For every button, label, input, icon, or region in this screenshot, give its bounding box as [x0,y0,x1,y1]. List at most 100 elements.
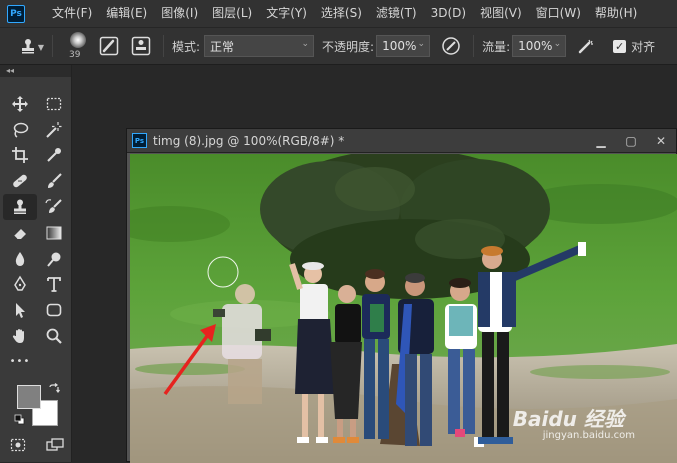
mode-label: 模式: [172,39,201,54]
marquee-tool[interactable] [37,91,71,117]
restore-button[interactable]: ▢ [616,129,646,153]
zoom-tool[interactable] [37,323,71,349]
clone-source-button[interactable] [128,33,154,59]
opacity-label: 不透明度: [322,39,375,54]
path-selection-icon [16,303,25,319]
crop-tool[interactable] [3,143,37,169]
separator [52,35,53,57]
zoom-icon [46,328,62,344]
menu-edit[interactable]: 编辑(E) [99,0,154,27]
collapse-toggle[interactable]: ◂◂ [0,65,71,77]
foreground-color[interactable] [17,385,41,409]
caret-down-icon: ▼ [37,43,44,52]
pen-pressure-icon [442,37,460,55]
healing-brush-icon [13,175,27,188]
watermark-main: Baidu 经验 [512,407,624,431]
separator [473,35,475,57]
brush-settings-button[interactable] [96,33,122,59]
bottom-tools [10,437,64,453]
magic-wand-tool[interactable] [37,117,71,143]
magic-wand-icon [46,121,62,138]
document-title: timg (8).jpg @ 100%(RGB/8#) * [153,133,345,148]
color-swatches [12,383,62,429]
brush-tip-preview [70,32,86,48]
airbrush-button[interactable] [574,33,600,59]
default-colors-icon[interactable] [14,414,25,425]
airbrush-icon [578,39,594,54]
dodge-tool[interactable] [37,246,71,272]
pen-tool[interactable] [3,272,37,298]
document-canvas[interactable]: Baidu 经验 jingyan.baidu.com [130,154,677,463]
flow-input[interactable]: 100% ⌄ [512,35,567,57]
blur-icon [15,251,25,266]
document-window: Ps timg (8).jpg @ 100%(RGB/8#) * ▁ ▢ ✕ B… [126,128,677,463]
type-tool[interactable] [37,272,71,298]
clone-source-icon [131,36,151,56]
hand-tool[interactable] [3,323,37,349]
menu-file[interactable]: 文件(F) [45,0,99,27]
rectangle-icon [46,303,62,317]
menu-layer[interactable]: 图层(L) [205,0,259,27]
pressure-opacity-button[interactable] [438,33,464,59]
chevron-down-icon: ⌄ [553,39,562,49]
hand-icon [12,329,24,344]
brush-preset-picker[interactable]: 39 [63,29,93,63]
mode-value: 正常 [210,39,235,54]
healing-brush-tool[interactable] [3,168,37,194]
document-ps-icon: Ps [132,133,147,148]
history-brush-tool[interactable] [37,194,71,220]
clone-stamp-tool[interactable] [3,194,37,220]
menu-help[interactable]: 帮助(H) [588,0,644,27]
align-checkbox[interactable]: ✓ [613,39,627,53]
pen-icon [14,276,26,292]
move-icon [12,95,28,112]
eyedropper-tool[interactable] [37,143,71,169]
brush-tool[interactable] [37,168,71,194]
more-tools-icon: ••• [9,356,31,368]
crop-icon [12,147,28,164]
clone-stamp-icon [22,39,34,54]
menu-bar: Ps 文件(F) 编辑(E) 图像(I) 图层(L) 文字(Y) 选择(S) 滤… [0,0,677,27]
document-titlebar[interactable]: Ps timg (8).jpg @ 100%(RGB/8#) * ▁ ▢ ✕ [127,129,676,153]
clone-stamp-icon [14,199,26,215]
align-label: 对齐 [631,39,656,54]
gradient-icon [46,226,62,240]
menu-window[interactable]: 窗口(W) [529,0,588,27]
blur-tool[interactable] [3,246,37,272]
eraser-tool[interactable] [3,220,37,246]
opacity-value: 100% [382,39,417,53]
menu-3d[interactable]: 3D(D) [424,0,473,27]
path-selection-tool[interactable] [3,297,37,323]
lasso-icon [13,122,29,138]
minimize-button[interactable]: ▁ [586,129,616,153]
menu-type[interactable]: 文字(Y) [259,0,314,27]
separator [163,35,164,57]
opacity-input[interactable]: 100% ⌄ [376,35,431,57]
mode-select[interactable]: 正常 ⌄ [204,35,315,57]
options-bar: ▼ 39 模式: 正常 ⌄ 不透明度: 100% ⌄ 流量: 100% ⌄ ✓ … [0,27,677,65]
dodge-icon [47,252,61,267]
edit-toolbar-button[interactable]: ••• [3,349,37,375]
tool-preset-picker[interactable]: ▼ [10,31,46,61]
history-brush-icon [45,199,62,214]
watermark-sub: jingyan.baidu.com [542,430,635,441]
lasso-tool[interactable] [3,117,37,143]
move-tool[interactable] [3,91,37,117]
menu-view[interactable]: 视图(V) [473,0,529,27]
restore-icon: ▢ [625,134,637,148]
photoshop-logo[interactable]: Ps [7,4,25,23]
menu-filter[interactable]: 滤镜(T) [369,0,424,27]
swap-colors-icon[interactable] [48,383,60,395]
tools-panel: ◂◂ ••• [0,65,72,462]
menu-image[interactable]: 图像(I) [154,0,205,27]
chevron-down-icon: ⌄ [417,39,426,49]
close-button[interactable]: ✕ [646,129,676,153]
minimize-icon: ▁ [596,134,606,148]
quick-mask-icon[interactable] [10,437,26,453]
window-controls: ▁ ▢ ✕ [586,129,676,153]
rectangle-tool[interactable] [37,297,71,323]
menu-items: 文件(F) 编辑(E) 图像(I) 图层(L) 文字(Y) 选择(S) 滤镜(T… [45,0,644,27]
screen-mode-icon[interactable] [46,437,64,453]
menu-select[interactable]: 选择(S) [314,0,369,27]
gradient-tool[interactable] [37,220,71,246]
